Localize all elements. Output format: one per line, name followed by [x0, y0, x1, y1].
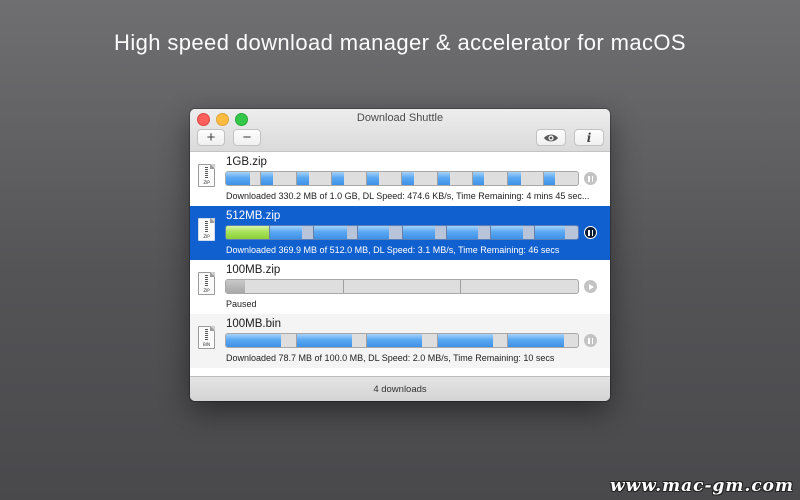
file-archive-icon: ZIP: [198, 164, 215, 187]
download-status: Paused: [226, 299, 257, 309]
add-download-button[interactable]: +: [197, 129, 225, 146]
file-type-label: ZIP: [203, 180, 210, 185]
file-type-label: ZIP: [203, 234, 210, 239]
file-name: 100MB.bin: [226, 318, 281, 330]
progress-segment: [260, 172, 295, 185]
progress-segment: [533, 226, 578, 239]
resume-button[interactable]: [584, 280, 597, 293]
progress-segment: [269, 226, 313, 239]
pause-button[interactable]: [584, 172, 597, 185]
progress-segment: [330, 172, 366, 185]
progress-segment: [401, 226, 446, 239]
file-name: 1GB.zip: [226, 156, 267, 168]
progress-segment: [489, 226, 534, 239]
progress-segment: [542, 172, 578, 185]
download-row[interactable]: ZIP 1GB.zip Downloaded 330.2 MB of 1.0 GB,…: [190, 152, 610, 206]
download-status: Downloaded 330.2 MB of 1.0 GB, DL Speed:…: [226, 191, 590, 201]
watermark: www.mac-gm.com: [610, 476, 794, 496]
download-row[interactable]: BIN 100MB.bin Downloaded 78.7 MB of 100.0 …: [190, 314, 610, 368]
progress-segment: [295, 334, 367, 347]
eye-icon: [544, 134, 558, 141]
progress-segment: [436, 172, 472, 185]
progress-segment: [295, 172, 331, 185]
download-status: Downloaded 369.9 MB of 512.0 MB, DL Spee…: [226, 245, 560, 255]
segmented-progress-bar: [225, 333, 579, 348]
pause-button[interactable]: [584, 334, 597, 347]
progress-segment: [445, 226, 490, 239]
file-name: 100MB.zip: [226, 264, 281, 276]
segmented-progress-bar: [225, 279, 579, 294]
progress-segment: [226, 172, 260, 185]
download-list: ZIP 1GB.zip Downloaded 330.2 MB of 1.0 GB,…: [190, 152, 610, 377]
download-row[interactable]: ZIP 512MB.zip Downloaded 369.9 MB of 512.0…: [190, 206, 610, 260]
zipper-icon: [205, 329, 208, 341]
zipper-icon: [205, 221, 208, 233]
pause-button[interactable]: [584, 226, 597, 239]
window-title: Download Shuttle: [356, 112, 444, 124]
progress-segment: [507, 334, 578, 347]
zipper-icon: [205, 275, 208, 287]
progress-segment: [342, 280, 461, 293]
title-bar: Download Shuttle + − i: [190, 109, 610, 152]
segmented-progress-bar: [225, 171, 579, 186]
progress-segment: [401, 172, 436, 185]
progress-segment: [436, 334, 508, 347]
file-type-label: BIN: [203, 342, 210, 347]
download-count: 4 downloads: [373, 383, 427, 395]
segmented-progress-bar: [225, 225, 579, 240]
info-icon: i: [586, 130, 592, 145]
zipper-icon: [205, 167, 208, 179]
progress-segment: [226, 334, 296, 347]
progress-segment: [226, 226, 270, 239]
file-archive-icon: ZIP: [198, 272, 215, 295]
progress-segment: [357, 226, 401, 239]
file-type-label: ZIP: [203, 288, 210, 293]
download-row[interactable]: ZIP 100MB.zip Paused: [190, 260, 610, 314]
headline: High speed download manager & accelerato…: [114, 30, 686, 55]
progress-segment: [313, 226, 357, 239]
progress-segment: [226, 280, 343, 293]
show-in-finder-button[interactable]: [536, 129, 566, 146]
app-window: Download Shuttle + − i ZIP 1GB.zip Downloa…: [190, 109, 610, 401]
status-footer: 4 downloads: [190, 376, 610, 401]
progress-segment: [366, 172, 401, 185]
info-button[interactable]: i: [574, 129, 604, 146]
progress-segment: [366, 334, 437, 347]
progress-segment: [472, 172, 507, 185]
file-name: 512MB.zip: [226, 210, 281, 222]
file-archive-icon: ZIP: [198, 218, 215, 241]
progress-segment: [507, 172, 542, 185]
download-status: Downloaded 78.7 MB of 100.0 MB, DL Speed…: [226, 353, 555, 363]
progress-segment: [460, 280, 578, 293]
file-archive-icon: BIN: [198, 326, 215, 349]
remove-download-button[interactable]: −: [233, 129, 261, 146]
